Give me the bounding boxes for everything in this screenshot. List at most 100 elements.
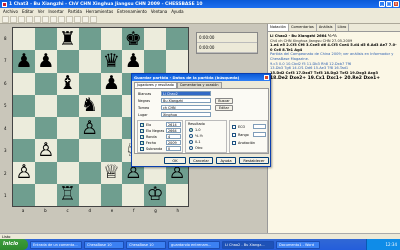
board-square-h8[interactable] bbox=[166, 28, 188, 51]
result-white-wins-radio[interactable] bbox=[189, 128, 193, 132]
board-square-e5[interactable] bbox=[100, 94, 123, 117]
board-square-d6[interactable] bbox=[78, 72, 101, 95]
board-square-d1[interactable] bbox=[78, 183, 101, 206]
toolbar-database-button[interactable] bbox=[82, 15, 89, 23]
tab-analisis[interactable]: Análisis bbox=[317, 24, 336, 31]
tab-notacion[interactable]: Notación bbox=[268, 24, 289, 31]
elo-white-checkbox[interactable] bbox=[140, 123, 144, 127]
moves-line[interactable]: 1.e4 e5 2.Cf3 Cf6 3.Cxe5 d6 4.Cf3 Cxe4 5… bbox=[270, 43, 398, 52]
toolbar-new-button[interactable] bbox=[2, 15, 9, 23]
board-square-a6[interactable] bbox=[13, 72, 35, 95]
taskbar-item[interactable]: guardando entrenam... bbox=[168, 240, 220, 249]
chess-piece[interactable]: ♟ bbox=[37, 51, 54, 71]
taskbar-item[interactable]: ChessBase 10 bbox=[84, 240, 124, 249]
move-comment[interactable]: Partida del Campeonato de China 2009; ve… bbox=[270, 52, 398, 61]
board-square-a4[interactable] bbox=[13, 117, 35, 140]
result-line[interactable]: 18.De2 Dxe2+ 19.Cx1 Dxc1+ 20.Re2 Dxe1+ bbox=[270, 77, 398, 82]
close-button[interactable]: × bbox=[393, 1, 399, 7]
subround-input[interactable]: 0 bbox=[166, 146, 181, 151]
white-input[interactable]: Li Chao2 bbox=[161, 91, 211, 96]
result-draw-radio[interactable] bbox=[189, 134, 193, 138]
board-square-a3[interactable] bbox=[13, 139, 35, 162]
date-checkbox[interactable] bbox=[140, 141, 144, 145]
board-square-f7[interactable]: ♟ bbox=[122, 50, 145, 73]
result-black-wins-radio[interactable] bbox=[189, 140, 193, 144]
toolbar-flip-button[interactable] bbox=[34, 15, 41, 23]
board-square-c1[interactable]: ♖ bbox=[56, 183, 79, 206]
board-square-g1[interactable]: ♔ bbox=[144, 183, 167, 206]
subround-checkbox[interactable] bbox=[140, 147, 144, 151]
board-square-d8[interactable] bbox=[78, 28, 101, 51]
chess-piece[interactable]: ♙ bbox=[37, 140, 54, 160]
board-square-g7[interactable] bbox=[144, 50, 167, 73]
board-square-b4[interactable] bbox=[34, 117, 57, 140]
board-square-d2[interactable] bbox=[78, 161, 101, 184]
chess-piece[interactable]: ♔ bbox=[147, 185, 164, 204]
board-square-e3[interactable] bbox=[100, 139, 123, 162]
notation-body[interactable]: Li Chao2 - Bu Xiangzhi 2664 ½-½ Ch4 ch C… bbox=[268, 32, 400, 84]
menu-insertar[interactable]: Insertar bbox=[48, 9, 64, 14]
toolbar-print-button[interactable] bbox=[26, 15, 33, 23]
eco-checkbox[interactable] bbox=[232, 125, 236, 129]
board-square-c6[interactable]: ♝ bbox=[56, 72, 79, 95]
rank-input[interactable] bbox=[253, 132, 266, 137]
board-square-d5[interactable]: ♞ bbox=[78, 94, 101, 117]
toolbar-engine-button[interactable] bbox=[42, 15, 49, 23]
board-square-c3[interactable] bbox=[56, 139, 79, 162]
chess-piece[interactable]: ♞ bbox=[81, 96, 98, 115]
board-square-e4[interactable] bbox=[100, 117, 123, 140]
board-square-f1[interactable] bbox=[122, 183, 145, 206]
menu-editar[interactable]: Editar bbox=[22, 9, 34, 14]
dialog-titlebar[interactable]: Guardar partida - Datos de la partida (b… bbox=[132, 74, 270, 81]
help-button[interactable]: Ayuda bbox=[216, 157, 236, 164]
chess-piece[interactable]: ♙ bbox=[15, 163, 32, 182]
menu-entrenamiento[interactable]: Entrenamiento bbox=[117, 9, 147, 14]
board-square-e8[interactable] bbox=[100, 28, 123, 51]
taskbar-item[interactable]: ChessBase 10 bbox=[126, 240, 166, 249]
chess-piece[interactable]: ♟ bbox=[15, 51, 32, 71]
board-square-h1[interactable] bbox=[166, 183, 188, 206]
round-input[interactable]: 4 bbox=[166, 134, 181, 139]
toolbar-last-button[interactable] bbox=[74, 15, 81, 23]
board-square-e2[interactable]: ♕ bbox=[100, 161, 123, 184]
black-input[interactable]: Bu Xiangzhi bbox=[161, 98, 211, 103]
board-square-c5[interactable] bbox=[56, 94, 79, 117]
board-square-c7[interactable] bbox=[56, 50, 79, 73]
chess-piece[interactable]: ♟ bbox=[103, 74, 120, 93]
reset-button[interactable]: Restablecer bbox=[239, 157, 269, 164]
board-square-a5[interactable] bbox=[13, 94, 35, 117]
board-square-a1[interactable] bbox=[13, 183, 35, 206]
toolbar-first-button[interactable] bbox=[50, 15, 57, 23]
toolbar-save-button[interactable] bbox=[18, 15, 25, 23]
rank-checkbox[interactable] bbox=[232, 133, 236, 137]
taskbar-item[interactable]: Entrada de un comenta... bbox=[30, 240, 82, 249]
board-square-b5[interactable] bbox=[34, 94, 57, 117]
chess-piece[interactable]: ♚ bbox=[125, 29, 142, 49]
maximize-button[interactable]: □ bbox=[386, 1, 392, 7]
board-square-a2[interactable]: ♙ bbox=[13, 161, 35, 184]
event-input[interactable]: ch CHN bbox=[161, 105, 211, 110]
board-square-d3[interactable] bbox=[78, 139, 101, 162]
eco-input[interactable] bbox=[253, 124, 266, 129]
annotation-checkbox[interactable] bbox=[232, 141, 236, 145]
site-input[interactable]: Xinghua bbox=[161, 112, 211, 117]
elo-white-input[interactable]: 2614 bbox=[166, 122, 181, 127]
chess-piece[interactable]: ♖ bbox=[59, 185, 76, 204]
menu-herramientas[interactable]: Herramientas bbox=[86, 9, 113, 14]
board-square-b8[interactable] bbox=[34, 28, 57, 51]
board-square-b1[interactable] bbox=[34, 183, 57, 206]
board-square-e1[interactable] bbox=[100, 183, 123, 206]
board-square-f8[interactable]: ♚ bbox=[122, 28, 145, 51]
board-square-b2[interactable] bbox=[34, 161, 57, 184]
main-line[interactable]: 15.Dd2 Cxf3 17.Dxd7 Txf3 18.Dg2 Txf2 19.… bbox=[270, 71, 398, 76]
board-square-a7[interactable]: ♟ bbox=[13, 50, 35, 73]
menu-ver[interactable]: Ver bbox=[38, 9, 45, 14]
board-square-b3[interactable]: ♙ bbox=[34, 139, 57, 162]
chess-piece[interactable]: ♙ bbox=[81, 118, 98, 138]
chess-piece[interactable]: ♝ bbox=[59, 74, 76, 93]
toolbar-back-button[interactable] bbox=[58, 15, 65, 23]
window-titlebar[interactable]: 1 Chat3 - Bu Xiangzhi - ChV CHN Xinghua … bbox=[0, 0, 400, 8]
toolbar-forward-button[interactable] bbox=[66, 15, 73, 23]
chess-piece[interactable]: ♟ bbox=[125, 51, 142, 71]
menu-ayuda[interactable]: Ayuda bbox=[171, 9, 183, 14]
